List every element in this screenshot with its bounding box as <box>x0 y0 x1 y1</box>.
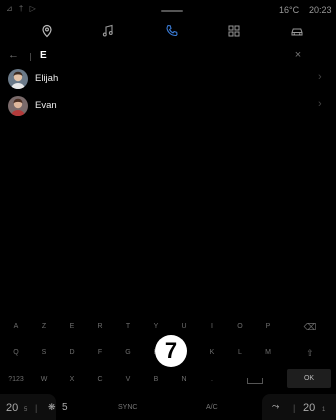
ok-button[interactable]: OK <box>287 369 331 388</box>
key[interactable]: F <box>90 349 110 356</box>
key[interactable]: W <box>34 376 54 383</box>
fan-icon[interactable]: ❋ <box>48 402 56 413</box>
contact-name: Evan <box>35 100 57 111</box>
contact-row[interactable]: Evan › <box>0 94 336 118</box>
contact-row[interactable]: Elijah › <box>0 67 336 91</box>
driver-temperature[interactable]: 20 <box>6 402 18 414</box>
nav-music-button[interactable] <box>88 18 128 44</box>
key[interactable]: K <box>202 349 222 356</box>
key[interactable]: Y <box>146 323 166 330</box>
outside-temperature: 16°C <box>279 5 300 15</box>
key[interactable]: N <box>174 376 194 383</box>
key[interactable]: I <box>202 323 222 330</box>
key[interactable]: . <box>202 376 222 383</box>
key[interactable]: M <box>258 349 278 356</box>
search-divider <box>30 53 31 61</box>
active-tab-indicator <box>161 10 183 12</box>
nav-apps-button[interactable] <box>214 18 254 44</box>
search-input[interactable]: E <box>40 50 47 61</box>
key[interactable]: D <box>62 349 82 356</box>
sync-button[interactable]: SYNC <box>118 404 137 411</box>
key[interactable]: S <box>34 349 54 356</box>
key[interactable]: T <box>118 323 138 330</box>
avatar <box>8 96 28 116</box>
avatar <box>8 69 28 89</box>
key[interactable]: E <box>62 323 82 330</box>
callout-badge: 7 <box>155 335 187 367</box>
chevron-right-icon: › <box>318 71 322 83</box>
clock: 20:23 <box>309 5 332 15</box>
nav-phone-button[interactable] <box>152 18 192 44</box>
grid-icon <box>228 25 240 37</box>
key[interactable]: V <box>118 376 138 383</box>
key[interactable]: Q <box>6 349 26 356</box>
status-icons: ⊿ † ▷ <box>6 4 38 13</box>
phone-icon <box>166 24 178 37</box>
back-arrow-icon[interactable]: ← <box>8 49 26 63</box>
contact-name: Elijah <box>35 73 59 84</box>
status-bar: ⊿ † ▷ 16°C 20:23 <box>0 0 336 18</box>
key[interactable]: O <box>230 323 250 330</box>
climate-bar: 20 5 | ❋ 5 SYNC A/C ⤳ | 20 1 <box>0 394 336 420</box>
shift-key[interactable]: ⇧ <box>300 348 320 359</box>
key[interactable]: C <box>90 376 110 383</box>
passenger-temperature-decimal: 1 <box>322 407 326 413</box>
backspace-key[interactable]: ⌫ <box>300 322 320 333</box>
key[interactable]: Z <box>34 323 54 330</box>
chevron-right-icon: › <box>318 98 322 110</box>
key[interactable]: A <box>6 323 26 330</box>
key[interactable]: U <box>174 323 194 330</box>
key[interactable]: G <box>118 349 138 356</box>
clear-search-icon[interactable]: × <box>291 49 305 61</box>
passenger-temperature[interactable]: 20 <box>303 402 315 414</box>
seat-heat-icon[interactable]: ⤳ <box>272 401 279 412</box>
key[interactable]: L <box>230 349 250 356</box>
music-note-icon <box>102 24 113 37</box>
key[interactable]: X <box>62 376 82 383</box>
nav-vehicle-button[interactable] <box>277 18 317 44</box>
driver-temperature-decimal: 5 <box>24 407 28 413</box>
fan-level: 5 <box>62 402 68 413</box>
nav-navigation-button[interactable] <box>27 18 67 44</box>
ac-button[interactable]: A/C <box>206 404 218 411</box>
top-navigation <box>0 10 336 44</box>
key[interactable]: R <box>90 323 110 330</box>
location-pin-icon <box>42 24 52 38</box>
key[interactable]: B <box>146 376 166 383</box>
key[interactable]: P <box>258 323 278 330</box>
car-icon <box>291 28 303 36</box>
space-key[interactable] <box>247 378 263 384</box>
symbols-key[interactable]: ?123 <box>4 376 28 383</box>
